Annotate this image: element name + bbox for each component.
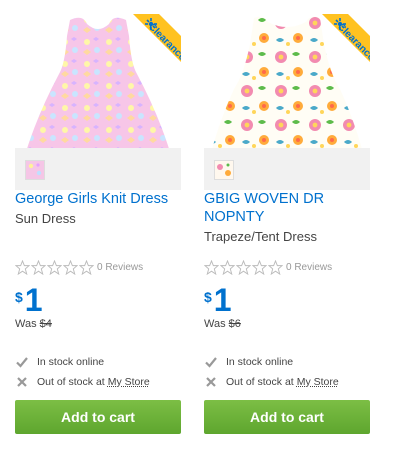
stock-online-text: In stock online: [37, 356, 105, 368]
price: $ 1: [204, 284, 232, 316]
clearance-ribbon: Clearance: [133, 14, 181, 63]
add-to-cart-button[interactable]: Add to cart: [204, 400, 370, 434]
rating[interactable]: 0 Reviews: [204, 259, 332, 275]
was-price-value: $4: [39, 318, 52, 330]
price-amount: 1: [24, 282, 43, 318]
price-currency: $: [15, 289, 23, 305]
my-store-link[interactable]: My Store: [297, 376, 339, 388]
color-swatch[interactable]: [25, 160, 45, 180]
star-empty-icon: [268, 259, 283, 275]
product-image-wrap[interactable]: Clearance: [15, 0, 181, 190]
color-swatch[interactable]: [214, 160, 234, 180]
star-empty-icon: [15, 259, 30, 275]
stock-store-text: Out of stock at: [226, 376, 294, 388]
star-empty-icon: [79, 259, 94, 275]
was-label: Was: [15, 318, 37, 330]
star-empty-icon: [236, 259, 251, 275]
star-empty-icon: [252, 259, 267, 275]
star-empty-icon: [220, 259, 235, 275]
price: $ 1: [15, 284, 43, 316]
stock-store-text: Out of stock at: [37, 376, 105, 388]
price-currency: $: [204, 289, 212, 305]
x-icon: [206, 377, 216, 387]
star-empty-icon: [47, 259, 62, 275]
product-subtitle: Trapeze/Tent Dress: [204, 229, 317, 244]
stock-online-text: In stock online: [226, 356, 294, 368]
was-price: Was $6: [204, 318, 241, 330]
product-card: Clearance GBIG WOVEN DR NOPNTY Trapeze/T…: [204, 0, 370, 434]
stock-store: Out of stock at My Store: [15, 375, 150, 389]
star-empty-icon: [204, 259, 219, 275]
review-count[interactable]: 0 Reviews: [97, 262, 143, 273]
add-to-cart-button[interactable]: Add to cart: [15, 400, 181, 434]
was-price-value: $6: [228, 318, 241, 330]
stock-store: Out of stock at My Store: [204, 375, 339, 389]
review-count[interactable]: 0 Reviews: [286, 262, 332, 273]
swatch-strip: [204, 148, 370, 190]
star-empty-icon: [31, 259, 46, 275]
clearance-ribbon: Clearance: [322, 14, 370, 63]
check-icon: [205, 357, 217, 368]
product-subtitle: Sun Dress: [15, 211, 76, 226]
swatch-strip: [15, 148, 181, 190]
stock-online: In stock online: [204, 355, 293, 369]
my-store-link[interactable]: My Store: [108, 376, 150, 388]
price-amount: 1: [213, 282, 232, 318]
x-icon: [17, 377, 27, 387]
product-image-wrap[interactable]: Clearance: [204, 0, 370, 190]
was-label: Was: [204, 318, 226, 330]
product-title[interactable]: GBIG WOVEN DR NOPNTY: [204, 190, 370, 226]
rating[interactable]: 0 Reviews: [15, 259, 143, 275]
check-icon: [16, 357, 28, 368]
product-title[interactable]: George Girls Knit Dress: [15, 190, 181, 208]
star-empty-icon: [63, 259, 78, 275]
was-price: Was $4: [15, 318, 52, 330]
stock-online: In stock online: [15, 355, 104, 369]
product-card: Clearance George Girls Knit Dress Sun Dr…: [15, 0, 181, 434]
